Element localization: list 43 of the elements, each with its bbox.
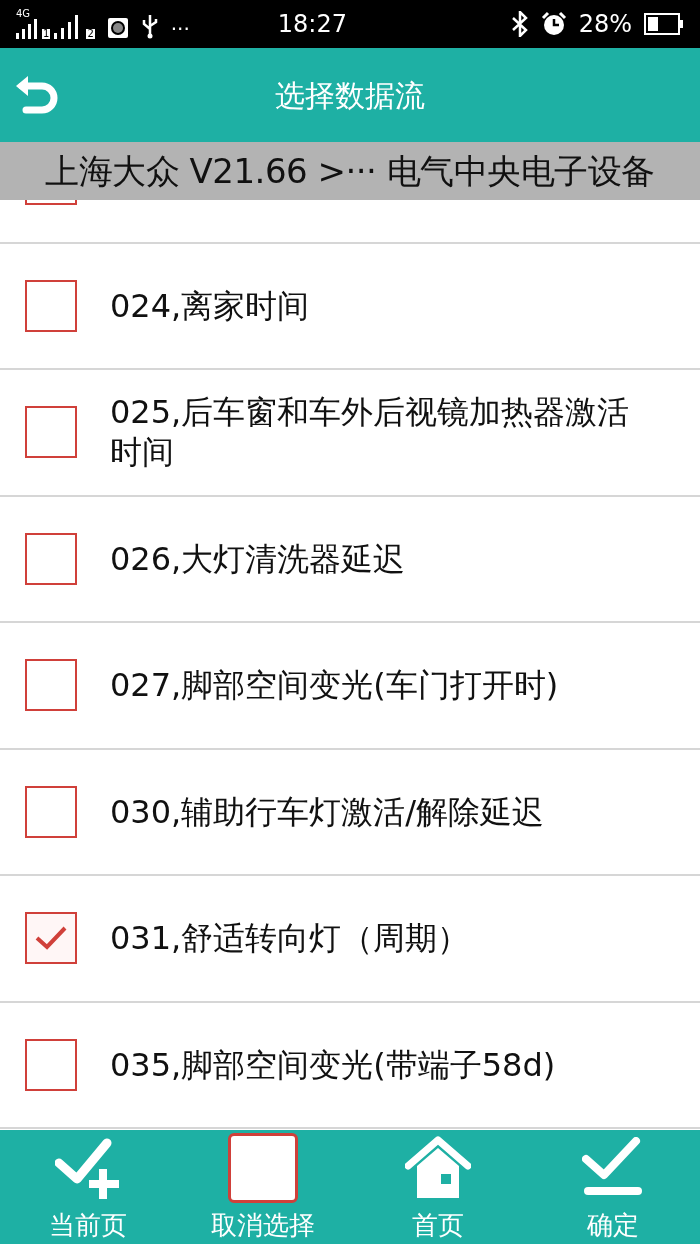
row-label: 026,大灯清洗器延迟 xyxy=(110,538,406,579)
empty-box-icon xyxy=(227,1133,298,1203)
toolbar-label: 确定 xyxy=(586,1209,639,1242)
row-label: 030,辅助行车灯激活/解除延迟 xyxy=(110,791,545,832)
battery-icon xyxy=(644,13,684,35)
row-label: 024,离家时间 xyxy=(110,285,310,326)
checkbox[interactable] xyxy=(25,532,77,585)
toolbar-label: 取消选择 xyxy=(210,1209,315,1242)
signal-icon xyxy=(16,19,38,39)
battery-percent: 28% xyxy=(578,9,632,40)
row-label: 031,舒适转向灯（周期） xyxy=(110,918,470,959)
home-icon xyxy=(404,1136,471,1200)
checkbox[interactable] xyxy=(25,912,77,965)
checkbox[interactable] xyxy=(25,406,77,459)
breadcrumb: 上海大众 V21.66 >··· 电气中央电子设备 xyxy=(45,149,655,193)
checkbox[interactable] xyxy=(25,1038,77,1091)
checkbox[interactable] xyxy=(25,279,77,332)
list-row[interactable]: 026,大灯清洗器延迟 xyxy=(0,496,700,623)
list-row[interactable]: 024,离家时间 xyxy=(0,243,700,370)
list-row[interactable]: 027,脚部空间变光(车门打开时) xyxy=(0,623,700,750)
clock: 18:27 xyxy=(277,9,347,40)
sim-label: 1 xyxy=(42,29,51,39)
row-label: 025,后车窗和车外后视镜加热器激活时间 xyxy=(110,392,631,473)
sim-label: 2 xyxy=(86,29,95,39)
network-label: 4G xyxy=(16,9,31,19)
row-label: 035,脚部空间变光(带端子58d) xyxy=(110,1044,556,1085)
check-plus-icon xyxy=(54,1137,121,1199)
alarm-clock-icon xyxy=(540,11,567,37)
page-title: 选择数据流 xyxy=(275,76,425,115)
toolbar-label: 首页 xyxy=(411,1209,464,1242)
usb-icon xyxy=(140,13,159,39)
list-row[interactable]: 025,后车窗和车外后视镜加热器激活时间 xyxy=(0,370,700,497)
toolbar-label: 当前页 xyxy=(48,1209,127,1242)
list-row[interactable]: 030,辅助行车灯激活/解除延迟 xyxy=(0,749,700,876)
checkbox[interactable] xyxy=(25,659,77,712)
list-row[interactable]: 031,舒适转向灯（周期） xyxy=(0,876,700,1003)
checkmark-icon xyxy=(34,925,68,952)
more-notifications: ··· xyxy=(170,19,190,39)
sd-card-icon xyxy=(106,17,129,39)
checkbox[interactable] xyxy=(25,785,77,838)
bluetooth-icon xyxy=(510,11,529,37)
back-icon xyxy=(14,74,60,116)
row-label: 027,脚部空间变光(车门打开时) xyxy=(110,665,559,706)
